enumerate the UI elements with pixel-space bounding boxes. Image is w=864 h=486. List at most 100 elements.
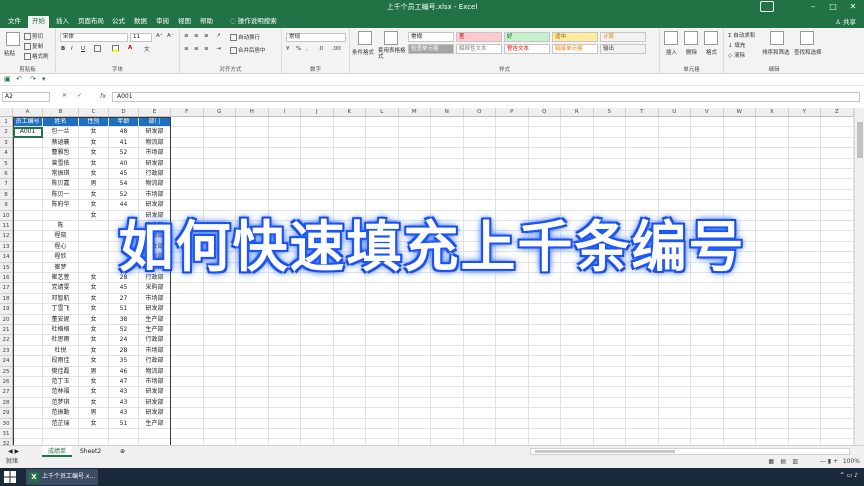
row-header[interactable]: 17	[0, 283, 13, 294]
tab-review[interactable]: 审阅	[152, 16, 173, 28]
cancel-icon[interactable]: ✕	[62, 92, 67, 99]
fill-color-icon[interactable]	[112, 45, 120, 52]
zoom-level[interactable]: 100%	[843, 457, 860, 467]
sheet-nav-icon[interactable]: ◀ ▶	[2, 446, 25, 457]
insert-function-icon[interactable]: fx	[100, 92, 106, 100]
column-header[interactable]: H	[236, 108, 269, 117]
insert-cells-button[interactable]: 插入	[666, 48, 677, 56]
column-header[interactable]: N	[431, 108, 464, 117]
row-header[interactable]: 23	[0, 345, 13, 357]
align-center-icon[interactable]: ≡	[194, 46, 199, 52]
row-header[interactable]: 21	[0, 325, 13, 336]
indent-icon[interactable]: ⇥	[216, 46, 221, 52]
row-header[interactable]: 30	[0, 418, 13, 429]
column-header[interactable]: M	[398, 108, 431, 117]
clear-button[interactable]: ◇ 清除	[728, 51, 745, 59]
decrease-decimal-icon[interactable]: .00	[332, 46, 341, 52]
column-header[interactable]: E	[139, 108, 171, 117]
wrap-text-button[interactable]: 自动换行	[230, 33, 260, 41]
tab-page-layout[interactable]: 页面布局	[74, 16, 108, 28]
tab-help[interactable]: 帮助	[196, 16, 217, 28]
cell-style-option[interactable]: 常规	[408, 32, 454, 42]
column-header[interactable]: R	[561, 108, 594, 117]
border-icon[interactable]	[94, 45, 102, 52]
row-header[interactable]: 25	[0, 366, 13, 377]
row-header[interactable]: 18	[0, 293, 13, 305]
formula-input[interactable]: A001	[112, 92, 860, 102]
row-header[interactable]: 19	[0, 304, 13, 315]
taskbar-excel-app[interactable]: X 上千个员工编号.x...	[26, 469, 98, 485]
row-header[interactable]: 20	[0, 314, 13, 325]
tab-formulas[interactable]: 公式	[108, 16, 129, 28]
delete-cells-button[interactable]: 删除	[686, 48, 697, 56]
column-header[interactable]: A	[13, 108, 43, 117]
delete-cells-icon[interactable]	[684, 31, 698, 45]
save-icon[interactable]: ▣	[4, 75, 11, 83]
sheet-tab-1[interactable]: 成绩单	[42, 446, 73, 457]
row-header[interactable]: 28	[0, 397, 13, 409]
fill-button[interactable]: ↓ 填充	[728, 41, 745, 49]
row-header[interactable]: 1	[0, 117, 13, 128]
redo-icon[interactable]: ↷	[30, 75, 36, 83]
cell-style-option[interactable]: 检查单元格	[408, 44, 454, 54]
cell-style-option[interactable]: 适中	[552, 32, 598, 42]
conditional-format-icon[interactable]	[358, 31, 372, 45]
insert-cells-icon[interactable]	[664, 31, 678, 45]
tab-data[interactable]: 数据	[130, 16, 151, 28]
undo-icon[interactable]: ↶	[16, 75, 22, 83]
horizontal-scrollbar[interactable]	[530, 448, 850, 455]
align-middle-icon[interactable]: ≡	[194, 33, 199, 39]
sign-in-button[interactable]	[760, 1, 774, 12]
column-header[interactable]: Y	[788, 108, 821, 117]
column-header[interactable]: K	[333, 108, 366, 117]
font-name-select[interactable]: 宋体	[60, 33, 128, 42]
font-color-icon[interactable]: A	[128, 45, 132, 51]
column-header[interactable]: Z	[821, 108, 854, 117]
percent-icon[interactable]: %	[296, 46, 301, 52]
shrink-font-icon[interactable]: A⁻	[167, 33, 174, 39]
normal-view-icon[interactable]: ▦	[768, 457, 774, 467]
find-select-button[interactable]: 查找和选择	[794, 48, 822, 56]
cell-style-option[interactable]: 差	[456, 32, 502, 42]
cell-style-option[interactable]: 链接单元格	[552, 44, 598, 54]
merge-center-button[interactable]: 合并后居中	[230, 46, 266, 54]
align-left-icon[interactable]: ≡	[184, 46, 189, 52]
phonetic-icon[interactable]: 文	[144, 45, 150, 53]
tell-me-search[interactable]: ◌ 操作说明搜索	[226, 16, 281, 28]
share-button[interactable]: ♙ 共享	[835, 16, 856, 26]
horizontal-scroll-thumb[interactable]	[535, 450, 675, 453]
row-header[interactable]: 3	[0, 137, 13, 149]
maximize-icon[interactable]: □	[826, 1, 840, 12]
find-select-icon[interactable]	[800, 31, 814, 45]
tab-insert[interactable]: 插入	[52, 16, 73, 28]
cell-style-option[interactable]: 计算	[600, 32, 646, 42]
row-header[interactable]: 27	[0, 387, 13, 398]
column-header[interactable]: S	[593, 108, 626, 117]
cell-style-option[interactable]: 好	[504, 32, 550, 42]
row-header[interactable]: 31	[0, 429, 13, 440]
sort-filter-button[interactable]: 排序和筛选	[762, 48, 790, 56]
paste-button[interactable]: 粘贴	[4, 49, 15, 57]
copy-button[interactable]: 复制	[24, 42, 43, 50]
page-break-view-icon[interactable]: ▥	[792, 457, 798, 467]
autosum-button[interactable]: Σ 自动求和	[728, 31, 755, 39]
number-format-select[interactable]: 常规	[286, 33, 346, 42]
orientation-icon[interactable]: ↗	[216, 33, 221, 39]
name-box[interactable]: A2	[2, 92, 50, 102]
column-header[interactable]: D	[109, 108, 139, 117]
row-header[interactable]: 24	[0, 356, 13, 367]
format-table-button[interactable]: 套用表格格式	[378, 48, 406, 60]
select-all-corner[interactable]	[0, 108, 13, 117]
tab-view[interactable]: 视图	[174, 16, 195, 28]
row-header[interactable]: 8	[0, 189, 13, 201]
format-cells-icon[interactable]	[704, 31, 718, 45]
row-header[interactable]: 7	[0, 179, 13, 190]
row-header[interactable]: 5	[0, 158, 13, 169]
tab-file[interactable]: 文件	[4, 16, 25, 28]
column-header[interactable]: F	[171, 108, 204, 117]
row-header[interactable]: 26	[0, 377, 13, 388]
format-painter-button[interactable]: 格式刷	[24, 52, 49, 60]
align-right-icon[interactable]: ≡	[204, 46, 209, 52]
grow-font-icon[interactable]: A⁺	[156, 33, 163, 39]
comma-icon[interactable]: ,	[306, 46, 308, 52]
